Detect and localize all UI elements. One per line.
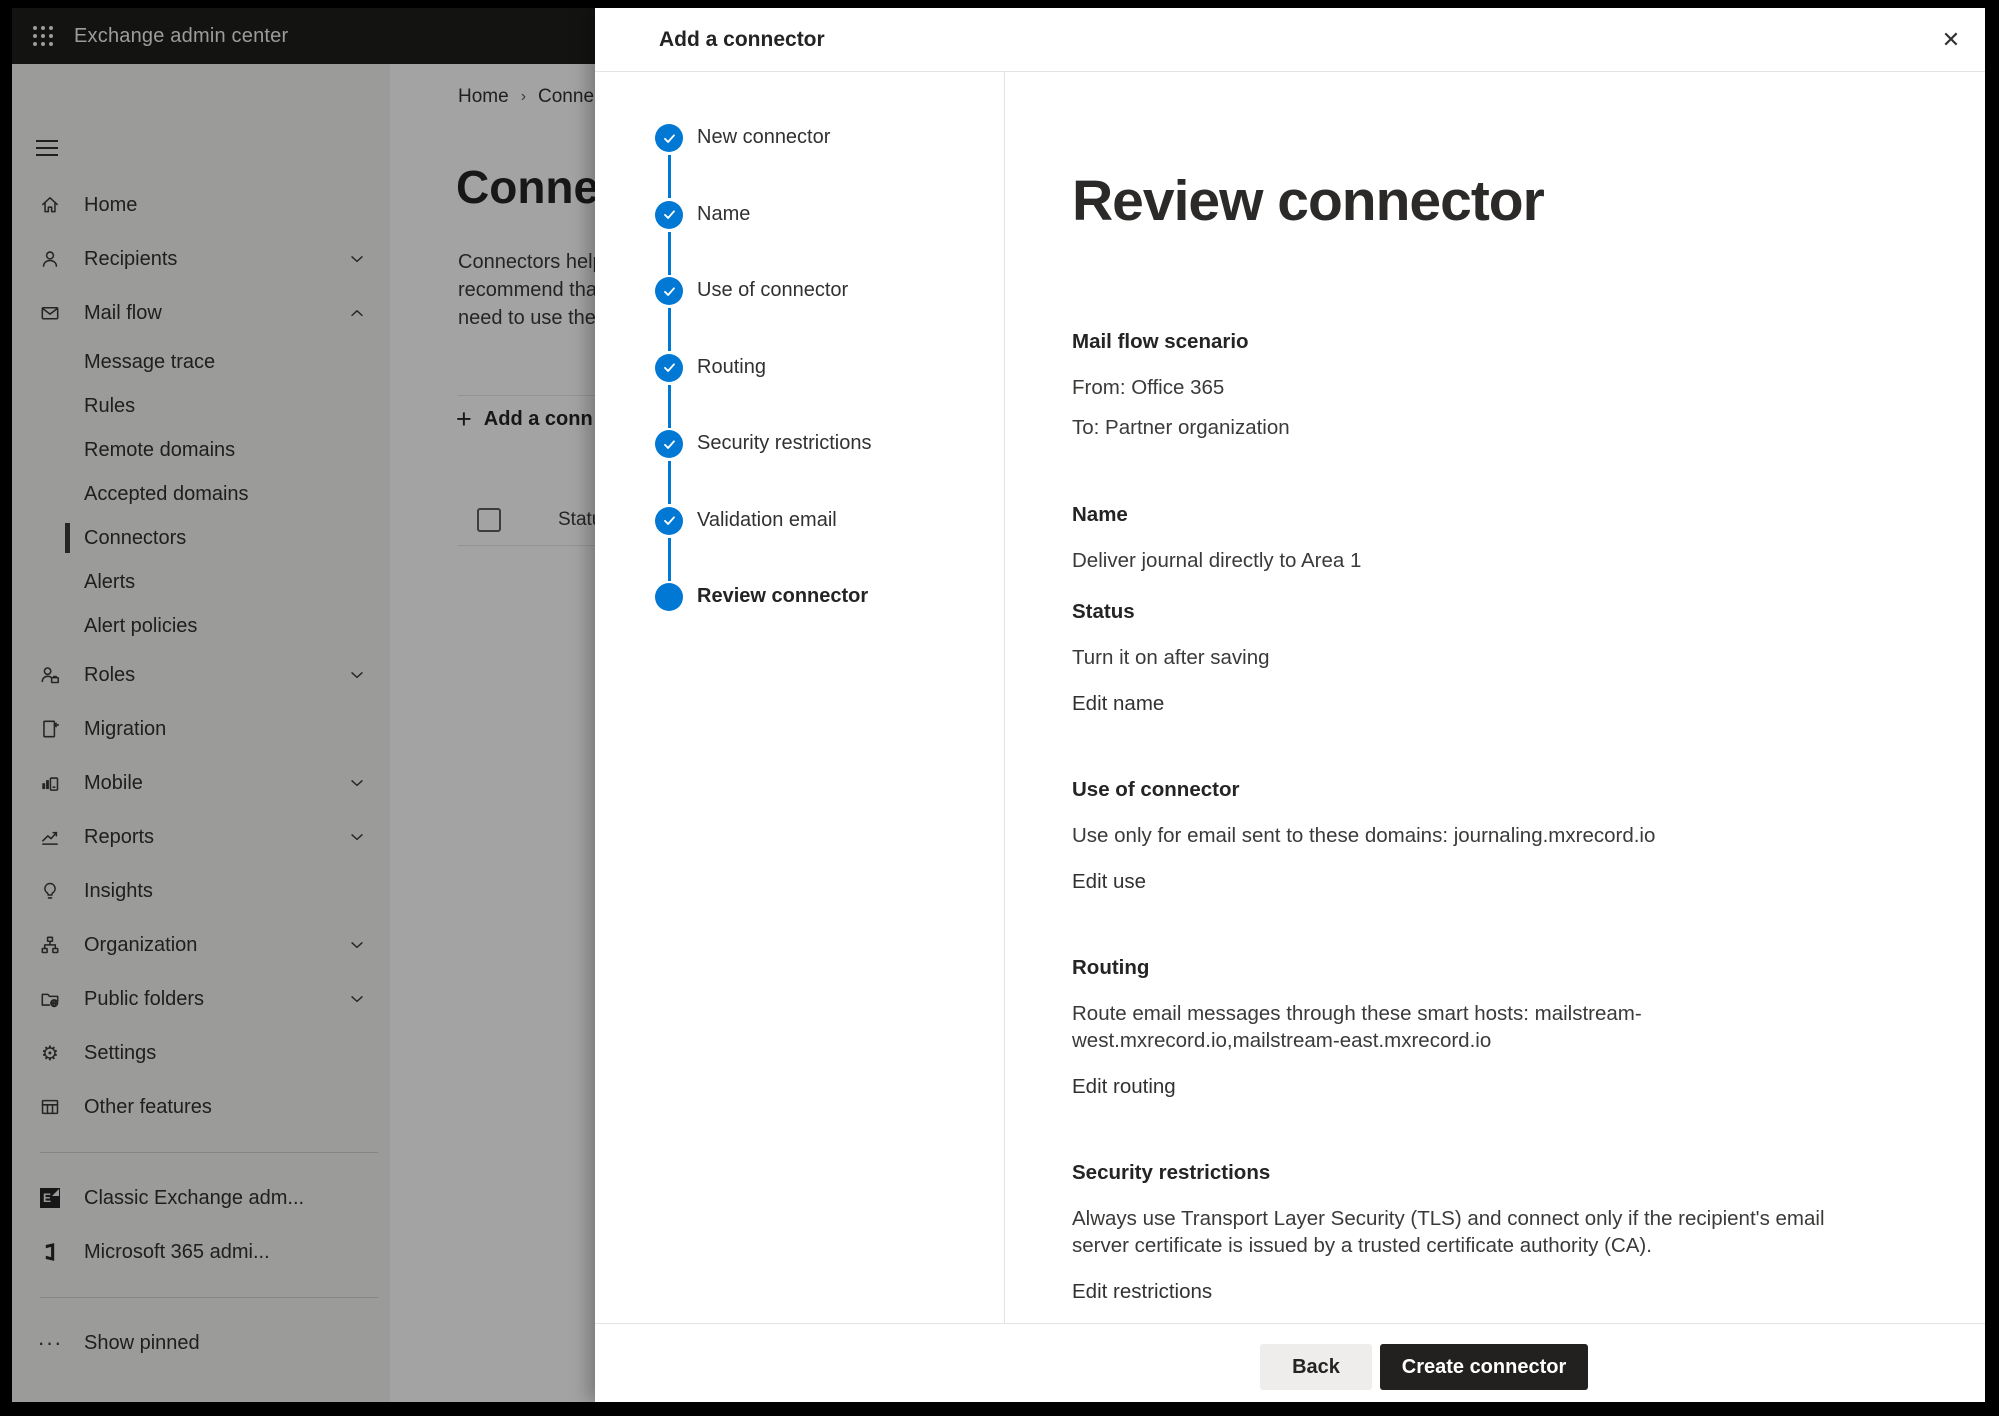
exchange-admin-app: Exchange admin center HomeRecipientsMail… <box>12 8 1985 1402</box>
step-complete-check-icon <box>655 277 683 305</box>
review-section: Name Deliver journal directly to Area 1 St… <box>1072 503 1882 716</box>
modal-footer: Back Create connector <box>595 1323 1985 1402</box>
back-button[interactable]: Back <box>1260 1344 1372 1390</box>
review-panel: Review connector Mail flow scenario From:… <box>1005 72 1985 1323</box>
step-label: Routing <box>697 356 766 379</box>
review-section: Routing Route email messages through thes… <box>1072 956 1882 1099</box>
review-line: Route email messages through these smart… <box>1072 1000 1882 1054</box>
step-complete-check-icon <box>655 124 683 152</box>
review-line: Use only for email sent to these domains… <box>1072 822 1882 849</box>
step-label: Security restrictions <box>697 432 872 455</box>
step-label: Validation email <box>697 509 837 532</box>
step-review-connector[interactable]: Review connector <box>655 583 1004 660</box>
review-section: Mail flow scenario From: Office 365 To: Pa… <box>1072 330 1882 441</box>
modal-header: Add a connector ✕ <box>595 8 1985 72</box>
review-block-mail-flow-scenario: Mail flow scenario From: Office 365 To: Pa… <box>1072 330 1882 441</box>
step-label: New connector <box>697 126 830 149</box>
review-line: To: Partner organization <box>1072 414 1882 441</box>
step-complete-check-icon <box>655 430 683 458</box>
step-complete-check-icon <box>655 354 683 382</box>
review-line: From: Office 365 <box>1072 374 1882 401</box>
step-current-dot-icon <box>655 583 683 611</box>
step-label: Review connector <box>697 585 868 608</box>
review-section: Use of connector Use only for email sent … <box>1072 778 1882 894</box>
modal-body: New connector Name Use of connector Routing… <box>595 72 1985 1323</box>
review-block-routing: Routing Route email messages through thes… <box>1072 956 1882 1099</box>
review-line: Turn it on after saving <box>1072 644 1882 671</box>
edit-restrictions-link[interactable]: Edit restrictions <box>1072 1280 1212 1304</box>
wizard-stepper: New connector Name Use of connector Routing… <box>595 72 1005 1323</box>
step-validation-email[interactable]: Validation email <box>655 507 1004 584</box>
review-block-title: Use of connector <box>1072 778 1882 802</box>
review-line: Always use Transport Layer Security (TLS… <box>1072 1205 1882 1259</box>
step-name[interactable]: Name <box>655 201 1004 278</box>
step-use-of-connector[interactable]: Use of connector <box>655 277 1004 354</box>
review-block-title: Status <box>1072 600 1882 624</box>
review-line: Deliver journal directly to Area 1 <box>1072 547 1882 574</box>
step-new-connector[interactable]: New connector <box>655 124 1004 201</box>
step-complete-check-icon <box>655 507 683 535</box>
review-block-security-restrictions: Security restrictions Always use Transpor… <box>1072 1161 1882 1304</box>
review-block-title: Name <box>1072 503 1882 527</box>
review-block-use-of-connector: Use of connector Use only for email sent … <box>1072 778 1882 894</box>
edit-name-link[interactable]: Edit name <box>1072 692 1164 716</box>
step-complete-check-icon <box>655 201 683 229</box>
step-routing[interactable]: Routing <box>655 354 1004 431</box>
edit-use-link[interactable]: Edit use <box>1072 870 1146 894</box>
step-label: Name <box>697 203 750 226</box>
create-connector-button[interactable]: Create connector <box>1380 1344 1588 1390</box>
review-connector-heading: Review connector <box>1072 168 1985 234</box>
review-block-title: Security restrictions <box>1072 1161 1882 1185</box>
edit-routing-link[interactable]: Edit routing <box>1072 1075 1176 1099</box>
review-sections: Mail flow scenario From: Office 365 To: Pa… <box>1072 330 1882 1304</box>
step-label: Use of connector <box>697 279 848 302</box>
screenshot-frame: Exchange admin center HomeRecipientsMail… <box>0 0 1999 1416</box>
step-security-restrictions[interactable]: Security restrictions <box>655 430 1004 507</box>
add-connector-modal: Add a connector ✕ New connector Name Use o… <box>595 8 1985 1402</box>
modal-title: Add a connector <box>659 8 825 72</box>
close-icon[interactable]: ✕ <box>1933 22 1969 58</box>
review-block-status: Status Turn it on after saving Edit name <box>1072 600 1882 716</box>
review-block-name: Name Deliver journal directly to Area 1 <box>1072 503 1882 574</box>
review-block-title: Routing <box>1072 956 1882 980</box>
review-section: Security restrictions Always use Transpor… <box>1072 1161 1882 1304</box>
review-block-title: Mail flow scenario <box>1072 330 1882 354</box>
